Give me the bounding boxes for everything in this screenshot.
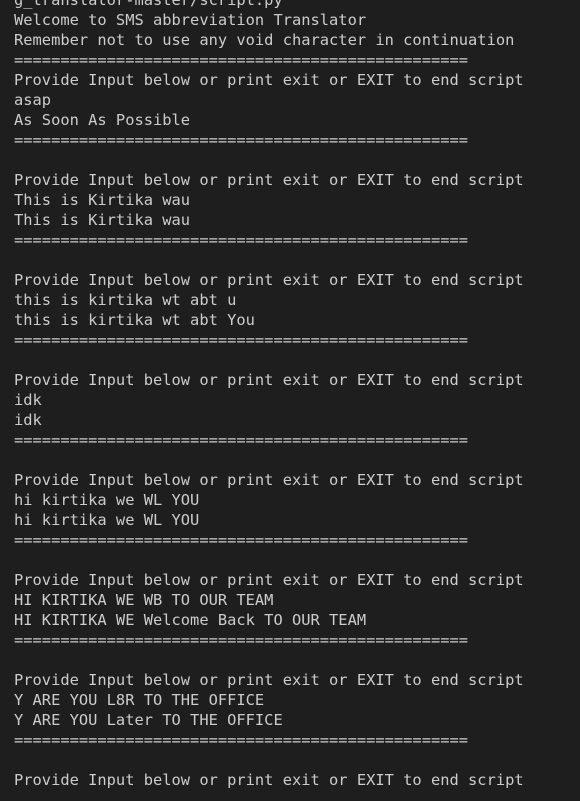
instruction-line: Remember not to use any void character i… bbox=[14, 31, 515, 49]
translation-output-line: Y ARE YOU Later TO THE OFFICE bbox=[14, 711, 283, 729]
separator-line: ========================================… bbox=[14, 331, 469, 349]
terminal-input-line[interactable] bbox=[14, 790, 580, 801]
user-input-line: idk bbox=[14, 391, 42, 409]
prompt-line: Provide Input below or print exit or EXI… bbox=[14, 71, 524, 89]
separator-line: ========================================… bbox=[14, 51, 469, 69]
translation-output-line: idk bbox=[14, 411, 42, 429]
terminal-lines: g_translator-master/script.py Welcome to… bbox=[14, 0, 580, 801]
prompt-line: Provide Input below or print exit or EXI… bbox=[14, 371, 524, 389]
separator-line: ========================================… bbox=[14, 631, 469, 649]
translation-output-line: this is kirtika wt abt You bbox=[14, 311, 255, 329]
translation-output-line: hi kirtika we WL YOU bbox=[14, 511, 200, 529]
separator-line: ========================================… bbox=[14, 431, 469, 449]
welcome-line: Welcome to SMS abbreviation Translator bbox=[14, 11, 367, 29]
script-path-line: g_translator-master/script.py bbox=[14, 0, 283, 9]
separator-line: ========================================… bbox=[14, 231, 469, 249]
prompt-line: Provide Input below or print exit or EXI… bbox=[14, 771, 524, 789]
prompt-line: Provide Input below or print exit or EXI… bbox=[14, 571, 524, 589]
prompt-line: Provide Input below or print exit or EXI… bbox=[14, 171, 524, 189]
user-input-line: hi kirtika we WL YOU bbox=[14, 491, 200, 509]
user-input-line: asap bbox=[14, 91, 52, 109]
translation-output-line: HI KIRTIKA WE Welcome Back TO OUR TEAM bbox=[14, 611, 367, 629]
terminal-output[interactable]: g_translator-master/script.py Welcome to… bbox=[0, 0, 580, 801]
translation-output-line: This is Kirtika wau bbox=[14, 211, 191, 229]
prompt-line: Provide Input below or print exit or EXI… bbox=[14, 471, 524, 489]
prompt-line: Provide Input below or print exit or EXI… bbox=[14, 271, 524, 289]
separator-line: ========================================… bbox=[14, 731, 469, 749]
separator-line: ========================================… bbox=[14, 531, 469, 549]
user-input-line: Y ARE YOU L8R TO THE OFFICE bbox=[14, 691, 265, 709]
separator-line: ========================================… bbox=[14, 131, 469, 149]
user-input-line: This is Kirtika wau bbox=[14, 191, 191, 209]
translation-output-line: As Soon As Possible bbox=[14, 111, 191, 129]
user-input-line: HI KIRTIKA WE WB TO OUR TEAM bbox=[14, 591, 274, 609]
prompt-line: Provide Input below or print exit or EXI… bbox=[14, 671, 524, 689]
user-input-line: this is kirtika wt abt u bbox=[14, 291, 237, 309]
